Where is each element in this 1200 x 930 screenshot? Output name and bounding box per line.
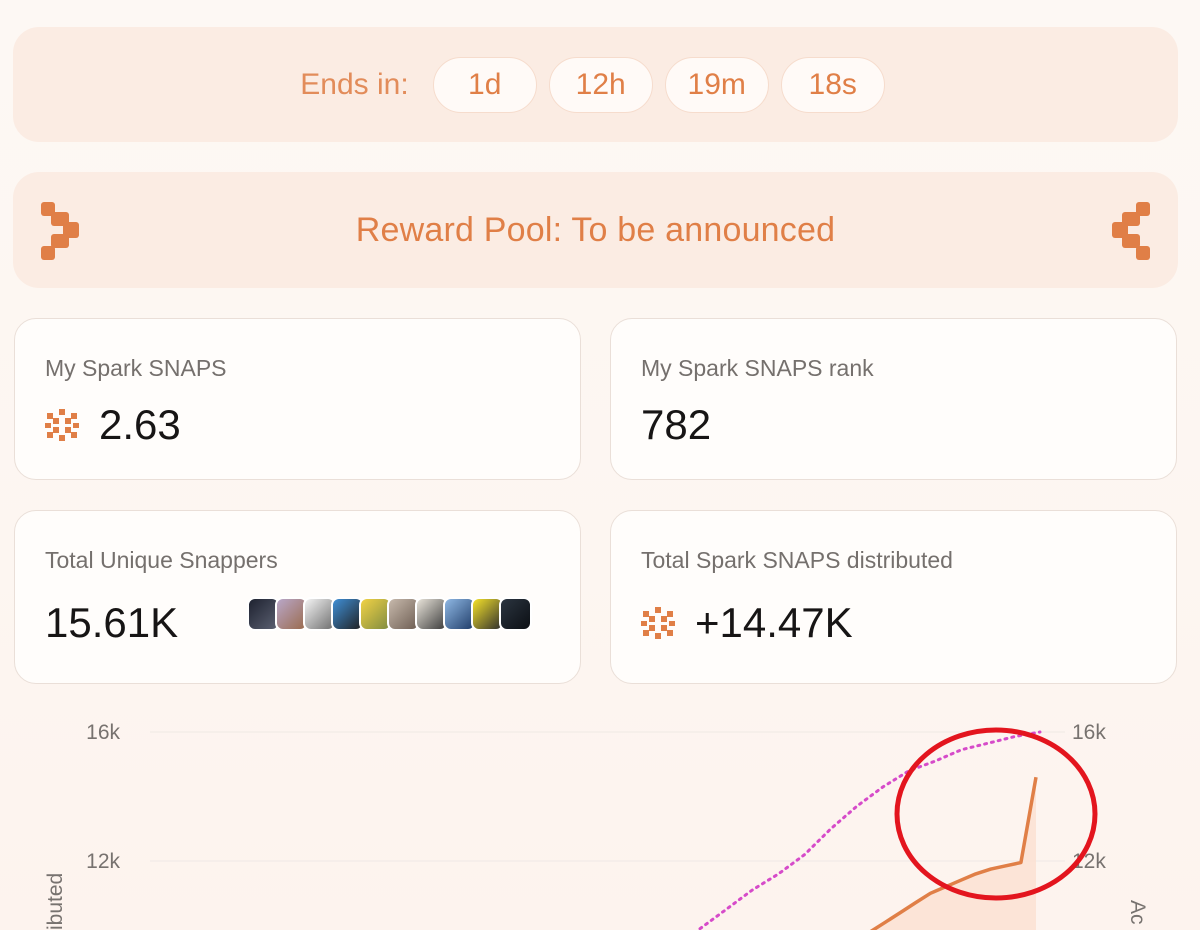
countdown-minutes: 19m [664, 56, 769, 113]
unique-snappers-label: Total Unique Snappers [45, 547, 278, 573]
snaps-rank-label: My Spark SNAPS rank [641, 355, 874, 381]
countdown-days: 1d [432, 56, 537, 113]
snapper-avatars [247, 597, 532, 631]
spark-logo-right-icon [1112, 202, 1150, 260]
my-snaps-label: My Spark SNAPS [45, 355, 227, 381]
right-tick-label: 16k [1072, 721, 1106, 744]
unique-snappers-card: Total Unique Snappers 15.61K [14, 510, 581, 684]
countdown-hours: 12h [548, 56, 653, 113]
reward-pool-banner: Reward Pool: To be announced [13, 172, 1178, 288]
snaps-distribution-chart: 16k 12k 16k 12k ibuted Ac [44, 721, 1149, 930]
snaps-distributed-label: Total Spark SNAPS distributed [641, 547, 953, 573]
snaps-token-icon [641, 607, 675, 639]
left-tick-label: 16k [86, 721, 120, 744]
left-axis-label: ibuted [44, 873, 67, 930]
spark-logo-left-icon [41, 202, 79, 260]
snaps-rank-value: 782 [641, 401, 712, 448]
snaps-rank-card: My Spark SNAPS rank 782 [610, 318, 1177, 480]
countdown-bar: Ends in: 1d 12h 19m 18s [13, 27, 1178, 142]
snaps-token-icon [45, 409, 79, 441]
right-axis-label: Ac [1126, 900, 1149, 925]
my-snaps-value: 2.63 [99, 401, 181, 448]
area-fill [855, 777, 1036, 930]
countdown-seconds: 18s [780, 56, 885, 113]
snaps-distributed-value: +14.47K [695, 599, 853, 646]
avatar [499, 597, 532, 631]
countdown-label: Ends in: [300, 67, 409, 101]
left-tick-label: 12k [86, 850, 120, 873]
unique-snappers-value: 15.61K [45, 599, 179, 646]
snaps-distributed-card: Total Spark SNAPS distributed +14.47K [610, 510, 1177, 684]
my-snaps-card: My Spark SNAPS 2.63 [14, 318, 581, 480]
reward-pool-text: Reward Pool: To be announced [355, 210, 836, 249]
